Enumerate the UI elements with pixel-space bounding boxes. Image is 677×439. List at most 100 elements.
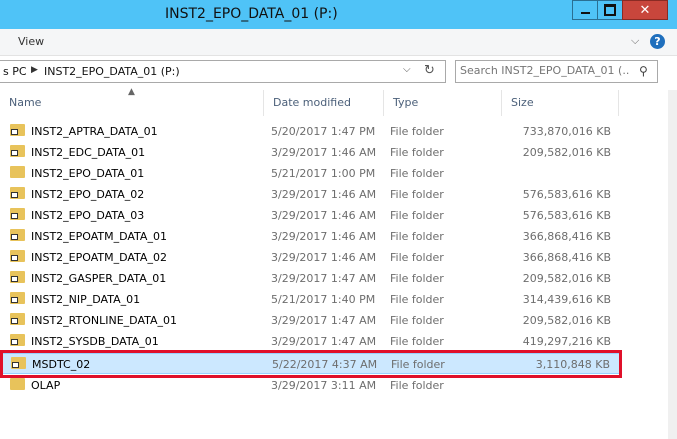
file-type: File folder (390, 167, 444, 180)
sort-ascending-icon: ▲ (128, 87, 135, 97)
folder-shortcut-icon (10, 208, 25, 220)
file-date: 3/29/2017 3:11 AM (271, 379, 377, 392)
file-date: 3/29/2017 1:46 AM (271, 146, 377, 159)
file-size: 419,297,216 KB (522, 335, 611, 348)
highlight-annotation-box (0, 350, 622, 378)
file-type: File folder (390, 272, 444, 285)
ribbon: View ⌵ ? (0, 29, 677, 56)
close-button[interactable]: ✕ (622, 0, 668, 20)
folder-shortcut-icon (10, 292, 25, 304)
file-size: 366,868,416 KB (522, 230, 611, 243)
window-title: INST2_EPO_DATA_01 (P:) (165, 6, 338, 22)
file-type: File folder (390, 146, 444, 159)
file-row[interactable]: INST2_NIP_DATA_01 5/21/2017 1:40 PM File… (0, 289, 620, 310)
file-name: INST2_EPOATM_DATA_02 (31, 251, 167, 264)
column-type-header[interactable]: Type (384, 90, 502, 116)
file-row[interactable]: INST2_EPOATM_DATA_02 3/29/2017 1:46 AM F… (0, 247, 620, 268)
file-date: 5/21/2017 1:40 PM (271, 293, 376, 306)
file-type: File folder (390, 188, 444, 201)
folder-shortcut-icon (10, 124, 25, 136)
file-name: INST2_NIP_DATA_01 (31, 293, 141, 306)
file-row[interactable]: OLAP 3/29/2017 3:11 AM File folder (0, 375, 620, 396)
file-size: 209,582,016 KB (522, 314, 611, 327)
ribbon-tab-view[interactable]: View (18, 35, 44, 48)
column-name-label: Name (9, 96, 42, 109)
file-type: File folder (390, 230, 444, 243)
file-size: 366,868,416 KB (522, 251, 611, 264)
file-row[interactable]: INST2_RTONLINE_DATA_01 3/29/2017 1:47 AM… (0, 310, 620, 331)
file-date: 3/29/2017 1:46 AM (271, 251, 377, 264)
file-type: File folder (390, 125, 444, 138)
file-name: INST2_APTRA_DATA_01 (31, 125, 158, 138)
file-size: 576,583,616 KB (522, 209, 611, 222)
file-date: 3/29/2017 1:46 AM (271, 188, 377, 201)
maximize-button[interactable] (597, 0, 623, 20)
folder-icon (10, 378, 25, 390)
file-name: OLAP (31, 379, 61, 392)
file-type: File folder (390, 314, 444, 327)
file-row[interactable]: INST2_EPOATM_DATA_01 3/29/2017 1:46 AM F… (0, 226, 620, 247)
folder-icon (10, 166, 25, 178)
title-bar: INST2_EPO_DATA_01 (P:) ✕ (0, 0, 677, 29)
file-type: File folder (390, 335, 444, 348)
file-date: 3/29/2017 1:47 AM (271, 272, 377, 285)
minimize-button[interactable] (572, 0, 598, 20)
file-name: INST2_RTONLINE_DATA_01 (31, 314, 178, 327)
file-row[interactable]: INST2_EDC_DATA_01 3/29/2017 1:46 AM File… (0, 142, 620, 163)
file-size: 576,583,616 KB (522, 188, 611, 201)
breadcrumb-drive[interactable]: INST2_EPO_DATA_01 (P:) (44, 65, 180, 78)
file-date: 3/29/2017 1:47 AM (271, 335, 377, 348)
file-date: 3/29/2017 1:46 AM (271, 230, 377, 243)
file-type: File folder (390, 379, 444, 392)
file-size: 733,870,016 KB (522, 125, 611, 138)
file-name: INST2_SYSDB_DATA_01 (31, 335, 159, 348)
file-row[interactable]: INST2_GASPER_DATA_01 3/29/2017 1:47 AM F… (0, 268, 620, 289)
close-icon: ✕ (639, 2, 651, 18)
minimize-icon (580, 12, 590, 14)
file-type: File folder (390, 209, 444, 222)
file-row[interactable]: INST2_APTRA_DATA_01 5/20/2017 1:47 PM Fi… (0, 121, 620, 142)
column-size-header[interactable]: Size (502, 90, 619, 116)
breadcrumb-separator-icon[interactable]: ▶ (31, 65, 38, 75)
folder-shortcut-icon (10, 334, 25, 346)
file-name: INST2_EPO_DATA_03 (31, 209, 145, 222)
search-icon[interactable]: ⚲ (639, 64, 648, 78)
expand-ribbon-chevron-icon[interactable]: ⌵ (631, 34, 639, 48)
search-box[interactable]: ⚲ (455, 60, 658, 83)
file-size: 314,439,616 KB (522, 293, 611, 306)
file-date: 3/29/2017 1:47 AM (271, 314, 377, 327)
file-name: INST2_EPOATM_DATA_01 (31, 230, 167, 243)
file-row[interactable]: INST2_EPO_DATA_02 3/29/2017 1:46 AM File… (0, 184, 620, 205)
file-type: File folder (390, 251, 444, 264)
address-bar[interactable]: s PC ▶ INST2_EPO_DATA_01 (P:) ⌵ ↻ (0, 60, 446, 83)
column-name-header[interactable]: ▲ Name (0, 87, 264, 116)
column-date-label: Date modified (273, 96, 351, 109)
file-date: 5/21/2017 1:00 PM (271, 167, 376, 180)
vertical-scrollbar[interactable] (668, 90, 677, 439)
maximize-icon (604, 4, 616, 16)
address-dropdown-icon[interactable]: ⌵ (403, 64, 411, 75)
file-date: 3/29/2017 1:46 AM (271, 209, 377, 222)
search-input[interactable] (460, 64, 630, 77)
column-size-label: Size (511, 96, 534, 109)
folder-shortcut-icon (10, 229, 25, 241)
column-date-header[interactable]: Date modified (264, 90, 384, 116)
file-size: 209,582,016 KB (522, 146, 611, 159)
file-row[interactable]: INST2_SYSDB_DATA_01 3/29/2017 1:47 AM Fi… (0, 331, 620, 352)
help-icon[interactable]: ? (650, 34, 665, 49)
file-size: 209,582,016 KB (522, 272, 611, 285)
column-type-label: Type (393, 96, 419, 109)
file-name: INST2_EDC_DATA_01 (31, 146, 146, 159)
folder-shortcut-icon (10, 250, 25, 262)
file-name: INST2_GASPER_DATA_01 (31, 272, 167, 285)
folder-shortcut-icon (10, 145, 25, 157)
file-name: INST2_EPO_DATA_01 (31, 167, 145, 180)
folder-shortcut-icon (10, 187, 25, 199)
file-row[interactable]: INST2_EPO_DATA_01 5/21/2017 1:00 PM File… (0, 163, 620, 184)
breadcrumb-this-pc[interactable]: s PC (3, 65, 27, 78)
file-row[interactable]: INST2_EPO_DATA_03 3/29/2017 1:46 AM File… (0, 205, 620, 226)
refresh-icon[interactable]: ↻ (424, 63, 435, 78)
column-header: ▲ Name Date modified Type Size (0, 87, 620, 116)
file-name: INST2_EPO_DATA_02 (31, 188, 145, 201)
file-date: 5/20/2017 1:47 PM (271, 125, 376, 138)
